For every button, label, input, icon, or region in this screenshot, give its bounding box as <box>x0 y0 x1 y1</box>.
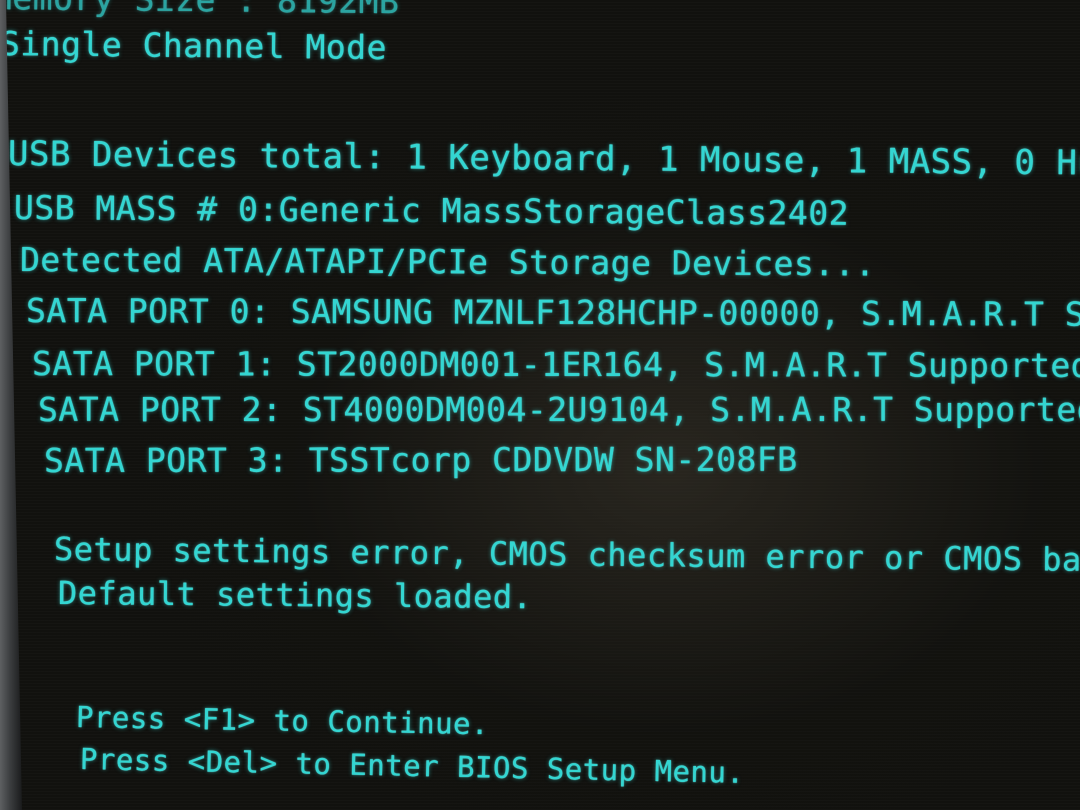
default-settings-message: Default settings loaded. <box>57 574 533 617</box>
press-f1-continue-prompt: Press <F1> to Continue. <box>75 700 490 742</box>
memory-size-line: Memory Size : 8192MB <box>0 0 400 21</box>
sata-port-2-line: SATA PORT 2: ST4000DM004-2U9104, S.M.A.R… <box>38 390 1080 429</box>
sata-port-3-line: SATA PORT 3: TSSTcorp CDDVDW SN-208FB <box>43 439 798 480</box>
cmos-error-message: Setup settings error, CMOS checksum erro… <box>53 530 1080 580</box>
detected-storage-line: Detected ATA/ATAPI/PCIe Storage Devices.… <box>19 240 876 284</box>
channel-mode-line: Single Channel Mode <box>0 24 388 68</box>
press-del-bios-setup-prompt: Press <Del> to Enter BIOS Setup Menu. <box>79 742 745 790</box>
usb-mass-storage-line: USB MASS # 0:Generic MassStorageClass240… <box>13 188 850 233</box>
bios-post-screen: Memory Size : 8192MB Single Channel Mode… <box>0 0 1080 810</box>
usb-devices-total-line: USB Devices total: 1 Keyboard, 1 Mouse, … <box>7 134 1080 184</box>
sata-port-0-line: SATA PORT 0: SAMSUNG MZNLF128HCHP-00000,… <box>25 291 1080 334</box>
sata-port-1-line: SATA PORT 1: ST2000DM001-1ER164, S.M.A.R… <box>31 344 1080 385</box>
